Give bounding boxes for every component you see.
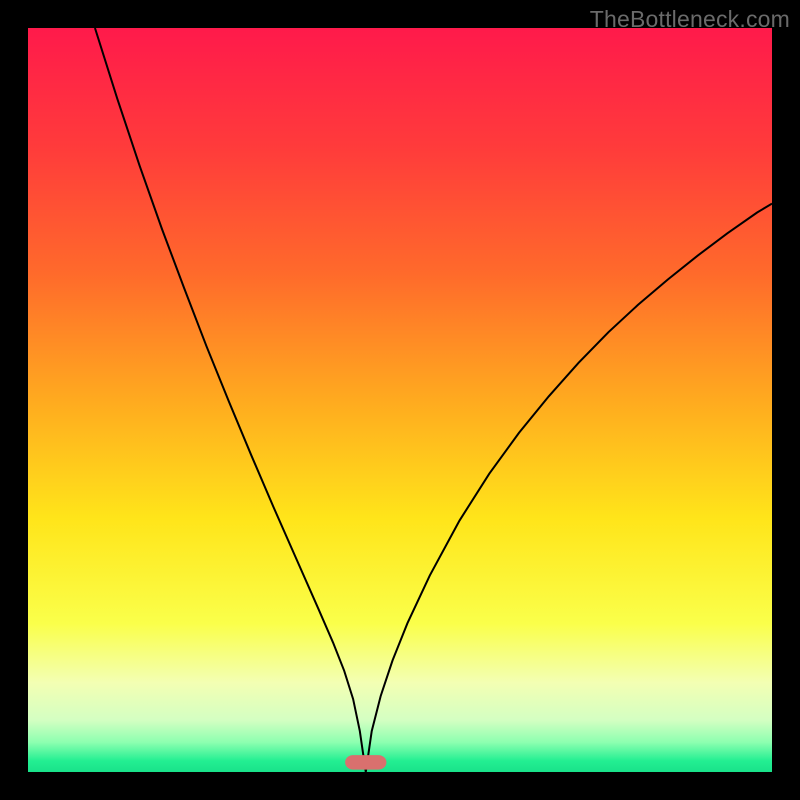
chart-frame: TheBottleneck.com [0, 0, 800, 800]
optimum-marker [346, 756, 386, 769]
bottleneck-chart [28, 28, 772, 772]
gradient-background [28, 28, 772, 772]
